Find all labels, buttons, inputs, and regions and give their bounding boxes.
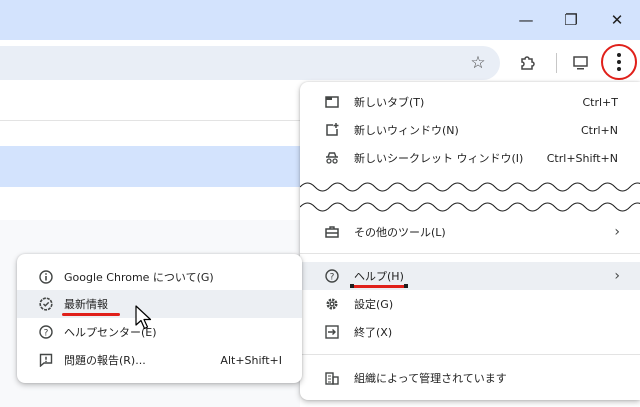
toolbox-icon bbox=[323, 223, 341, 241]
annotation-marker bbox=[350, 284, 354, 288]
help-circle-icon: ? bbox=[37, 323, 55, 341]
annotation-marker bbox=[404, 284, 408, 288]
help-submenu: Google Chrome について(G) 最新情報 ? ヘルプセンター(E) … bbox=[17, 254, 302, 383]
submenu-item-label: 最新情報 bbox=[64, 298, 108, 311]
menu-item-settings[interactable]: 設定(G) bbox=[300, 290, 640, 318]
help-circle-icon: ? bbox=[323, 267, 341, 285]
mouse-pointer-icon bbox=[135, 305, 152, 330]
puzzle-icon bbox=[521, 56, 535, 70]
menu-item-label: 設定(G) bbox=[354, 298, 394, 311]
bookmark-star-icon[interactable]: ☆ bbox=[465, 50, 491, 76]
chevron-right-icon: › bbox=[614, 224, 620, 240]
menu-item-shortcut: Ctrl+T bbox=[582, 95, 618, 109]
toolbar: ☆ bbox=[0, 40, 640, 85]
report-flag-icon bbox=[37, 351, 55, 369]
submenu-item-label: 問題の報告(R)... bbox=[64, 354, 146, 367]
menu-divider bbox=[300, 253, 640, 254]
svg-text:?: ? bbox=[44, 329, 49, 339]
menu-item-managed[interactable]: 組織によって管理されています bbox=[300, 364, 640, 392]
submenu-item-help-center[interactable]: ? ヘルプセンター(E) bbox=[17, 318, 302, 346]
menu-item-shortcut: Ctrl+Shift+N bbox=[546, 151, 618, 165]
new-tab-icon bbox=[323, 93, 341, 111]
chevron-right-icon: › bbox=[614, 268, 620, 284]
building-icon bbox=[323, 369, 341, 387]
menu-item-more-tools[interactable]: その他のツール(L) › bbox=[300, 218, 640, 246]
screen-icon bbox=[573, 56, 588, 70]
menu-item-new-tab[interactable]: 新しいタブ(T) Ctrl+T bbox=[300, 88, 640, 116]
verified-badge-icon bbox=[37, 295, 55, 313]
submenu-item-label: Google Chrome について(G) bbox=[64, 271, 214, 284]
menu-item-shortcut: Ctrl+N bbox=[580, 123, 618, 137]
svg-text:?: ? bbox=[330, 273, 335, 283]
extensions-icon[interactable] bbox=[515, 50, 541, 76]
menu-item-exit[interactable]: 終了(X) bbox=[300, 318, 640, 346]
submenu-item-about-chrome[interactable]: Google Chrome について(G) bbox=[17, 263, 302, 291]
submenu-item-report-issue[interactable]: 問題の報告(R)... Alt+Shift+I bbox=[17, 346, 302, 374]
annotation-underline-help bbox=[352, 285, 406, 288]
annotation-circle bbox=[601, 44, 637, 80]
title-bar: — ❐ ✕ bbox=[0, 0, 640, 40]
incognito-icon bbox=[323, 149, 341, 167]
new-window-icon bbox=[323, 121, 341, 139]
menu-item-new-window[interactable]: 新しいウィンドウ(N) Ctrl+N bbox=[300, 116, 640, 144]
close-window-button[interactable]: ✕ bbox=[604, 8, 630, 32]
submenu-item-whats-new[interactable]: 最新情報 bbox=[17, 290, 302, 318]
page-divider bbox=[0, 120, 300, 121]
menu-item-new-incognito[interactable]: 新しいシークレット ウィンドウ(I) Ctrl+Shift+N bbox=[300, 144, 640, 172]
submenu-item-shortcut: Alt+Shift+I bbox=[220, 353, 282, 367]
chrome-main-menu: 新しいタブ(T) Ctrl+T 新しいウィンドウ(N) Ctrl+N 新しいシー… bbox=[300, 82, 640, 400]
menu-item-label: 組織によって管理されています bbox=[354, 372, 507, 385]
minimize-button[interactable]: — bbox=[513, 8, 539, 32]
toolbar-divider bbox=[556, 53, 557, 73]
cast-icon[interactable] bbox=[568, 50, 594, 76]
page-highlight-band bbox=[0, 146, 300, 187]
info-icon bbox=[37, 268, 55, 286]
omitted-section-wavy-lines bbox=[300, 182, 640, 212]
annotation-underline-whats-new bbox=[62, 313, 120, 316]
gear-icon bbox=[323, 295, 341, 313]
address-bar[interactable] bbox=[0, 46, 500, 80]
menu-divider bbox=[300, 354, 640, 355]
menu-item-label: その他のツール(L) bbox=[354, 226, 446, 239]
exit-icon bbox=[323, 323, 341, 341]
menu-item-label: 新しいシークレット ウィンドウ(I) bbox=[354, 152, 524, 165]
menu-item-label: 新しいウィンドウ(N) bbox=[354, 124, 459, 137]
restore-button[interactable]: ❐ bbox=[558, 8, 584, 32]
menu-item-label: ヘルプ(H) bbox=[354, 270, 404, 283]
menu-item-label: 新しいタブ(T) bbox=[354, 96, 425, 109]
menu-item-label: 終了(X) bbox=[354, 326, 393, 339]
